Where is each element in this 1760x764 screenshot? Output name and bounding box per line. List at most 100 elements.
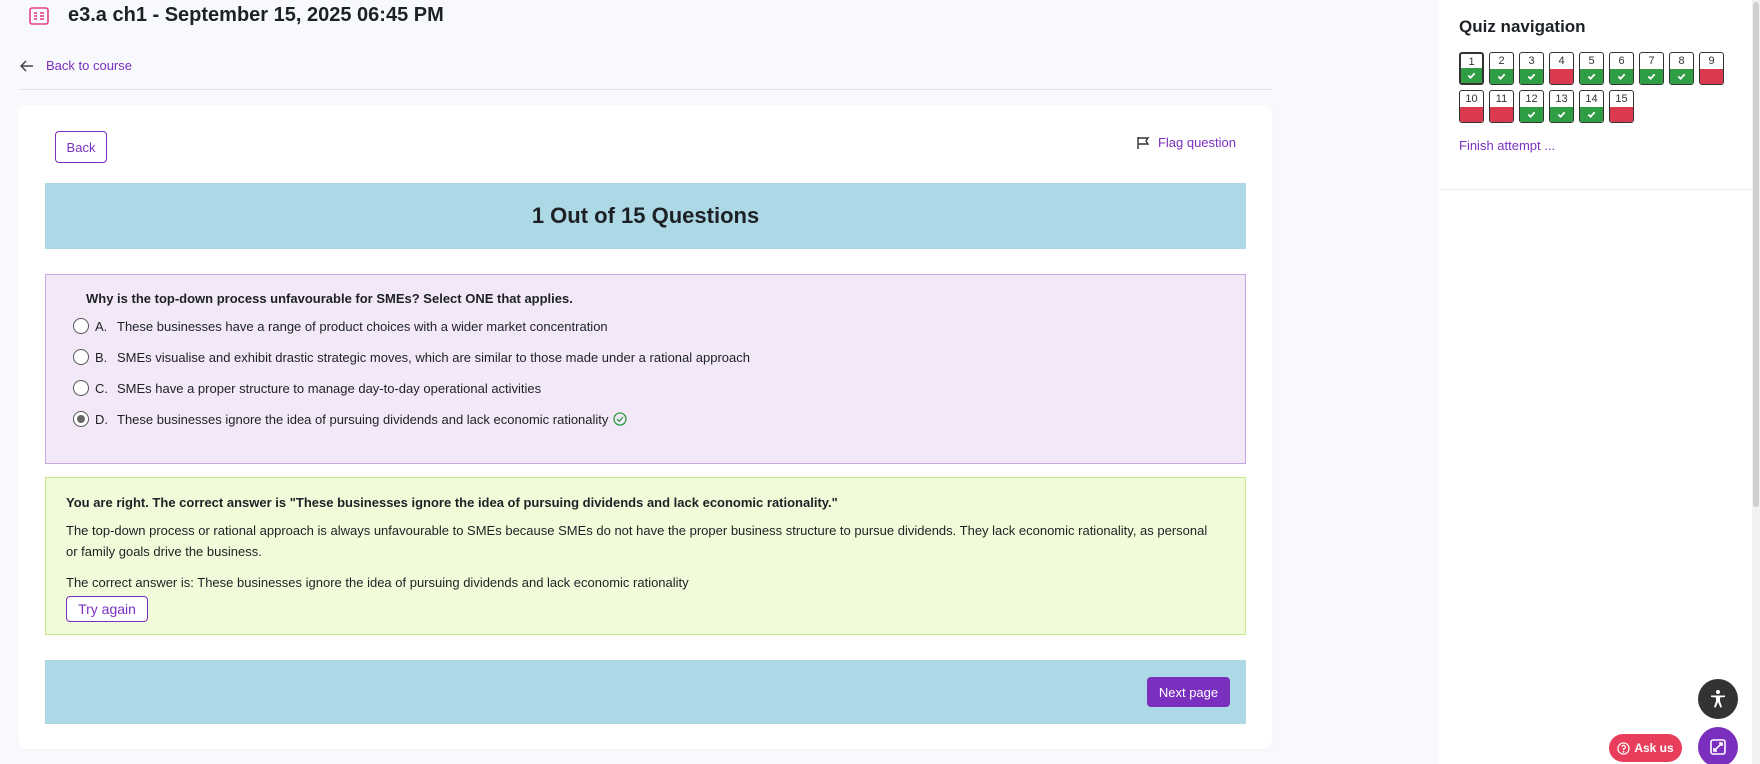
flag-question-button[interactable]: Flag question (1136, 135, 1236, 150)
question-number: 8 (1678, 55, 1685, 67)
question-number: 10 (1465, 93, 1478, 105)
check-icon (1587, 111, 1596, 119)
arrow-left-icon (20, 59, 33, 72)
answer-letter: A. (95, 318, 108, 334)
question-number: 2 (1498, 55, 1505, 67)
correct-state-indicator (1520, 69, 1543, 84)
check-icon (1647, 73, 1656, 81)
answer-letter: C. (95, 380, 108, 396)
quiz-nav-question-2[interactable]: 2 (1489, 52, 1514, 85)
correct-state-indicator (1610, 69, 1633, 84)
question-number: 4 (1558, 55, 1565, 67)
question-number: 13 (1555, 93, 1568, 105)
scrollbar-thumb[interactable] (1753, 2, 1759, 507)
ask-us-button[interactable]: Ask us (1609, 734, 1682, 762)
check-icon (1617, 73, 1626, 81)
answer-letter: D. (95, 411, 108, 427)
scrollbar[interactable] (1752, 0, 1760, 764)
feedback-explanation: The top-down process or rational approac… (66, 523, 1208, 559)
radio-button-selected[interactable] (73, 411, 89, 427)
expand-button[interactable] (1698, 727, 1738, 764)
correct-state-indicator (1550, 107, 1573, 122)
question-text: Why is the top-down process unfavourable… (86, 291, 573, 306)
question-number: 15 (1615, 93, 1628, 105)
check-icon (1527, 73, 1536, 81)
help-circle-icon (1617, 741, 1630, 755)
quiz-nav-question-1[interactable]: 1 (1459, 52, 1484, 85)
quiz-nav-question-14[interactable]: 14 (1579, 90, 1604, 123)
ask-us-label: Ask us (1634, 741, 1674, 755)
question-number: 14 (1585, 93, 1598, 105)
quiz-nav-question-5[interactable]: 5 (1579, 52, 1604, 85)
finish-attempt-link[interactable]: Finish attempt ... (1459, 138, 1555, 153)
question-number: 11 (1495, 93, 1508, 105)
answer-text: SMEs have a proper structure to manage d… (117, 380, 542, 396)
radio-button[interactable] (73, 349, 89, 365)
correct-state-indicator (1640, 69, 1663, 84)
next-page-button[interactable]: Next page (1147, 677, 1230, 707)
answer-text: These businesses have a range of product… (117, 318, 608, 334)
incorrect-state-indicator (1550, 69, 1573, 84)
correct-state-indicator (1670, 69, 1693, 84)
back-to-course-link[interactable]: Back to course (20, 58, 132, 73)
question-box: Why is the top-down process unfavourable… (45, 274, 1246, 464)
feedback-title: You are right. The correct answer is "Th… (66, 495, 838, 510)
accessibility-button[interactable] (1698, 679, 1738, 719)
quiz-nav-question-7[interactable]: 7 (1639, 52, 1664, 85)
answer-option-a[interactable]: A. These businesses have a range of prod… (73, 318, 608, 334)
flag-icon (1137, 136, 1150, 149)
question-card: Back Flag question 1 Out of 15 Questions… (18, 105, 1272, 749)
quiz-nav-question-6[interactable]: 6 (1609, 52, 1634, 85)
question-number: 3 (1528, 55, 1535, 67)
incorrect-state-indicator (1460, 107, 1483, 122)
expand-icon (1710, 739, 1726, 755)
quiz-nav-question-11[interactable]: 11 (1489, 90, 1514, 123)
correct-state-indicator (1461, 68, 1482, 83)
back-to-course-label: Back to course (46, 58, 132, 73)
try-again-button[interactable]: Try again (66, 596, 148, 622)
incorrect-state-indicator (1610, 107, 1633, 122)
check-icon (1497, 73, 1506, 81)
feedback-box: You are right. The correct answer is "Th… (45, 477, 1246, 635)
check-circle-icon (613, 412, 628, 426)
quiz-nav-question-8[interactable]: 8 (1669, 52, 1694, 85)
radio-button[interactable] (73, 318, 89, 334)
answer-text: These businesses ignore the idea of purs… (117, 411, 609, 427)
correct-answer-text: The correct answer is: These businesses … (66, 575, 689, 590)
answer-option-b[interactable]: B. SMEs visualise and exhibit drastic st… (73, 349, 750, 365)
radio-button[interactable] (73, 380, 89, 396)
flag-question-label: Flag question (1157, 135, 1236, 150)
check-icon (1527, 111, 1536, 119)
quiz-navigation-title: Quiz navigation (1459, 17, 1586, 36)
quiz-nav-question-9[interactable]: 9 (1699, 52, 1724, 85)
answer-option-d[interactable]: D. These businesses ignore the idea of p… (73, 411, 628, 427)
question-number: 6 (1618, 55, 1625, 67)
header-divider (18, 89, 1272, 90)
quiz-navigation-panel: Quiz navigation 1 2 3 4 5 6 7 8 9 10 11 12 13 14 15 Fi… (1438, 0, 1760, 764)
incorrect-state-indicator (1490, 107, 1513, 122)
quiz-nav-question-15[interactable]: 15 (1609, 90, 1634, 123)
correct-state-indicator (1580, 69, 1603, 84)
quiz-nav-question-3[interactable]: 3 (1519, 52, 1544, 85)
back-button[interactable]: Back (55, 131, 107, 163)
quiz-nav-question-4[interactable]: 4 (1549, 52, 1574, 85)
page-header: e3.a ch1 - September 15, 2025 06:45 PM (28, 4, 444, 27)
quiz-nav-question-13[interactable]: 13 (1549, 90, 1574, 123)
question-number: 12 (1525, 93, 1538, 105)
check-icon (1467, 72, 1476, 80)
quiz-nav-question-12[interactable]: 12 (1519, 90, 1544, 123)
correct-state-indicator (1490, 69, 1513, 84)
page-title: e3.a ch1 - September 15, 2025 06:45 PM (68, 4, 444, 26)
answer-text: SMEs visualise and exhibit drastic strat… (117, 349, 750, 365)
check-icon (1677, 73, 1686, 81)
quiz-icon (29, 6, 49, 25)
correct-state-indicator (1580, 107, 1603, 122)
question-number: 5 (1588, 55, 1595, 67)
check-icon (1587, 73, 1596, 81)
question-number: 7 (1648, 55, 1655, 67)
quiz-nav-question-10[interactable]: 10 (1459, 90, 1484, 123)
answer-option-c[interactable]: C. SMEs have a proper structure to manag… (73, 380, 541, 396)
incorrect-state-indicator (1700, 69, 1723, 84)
progress-banner: 1 Out of 15 Questions (45, 183, 1246, 249)
accessibility-icon (1711, 690, 1725, 708)
